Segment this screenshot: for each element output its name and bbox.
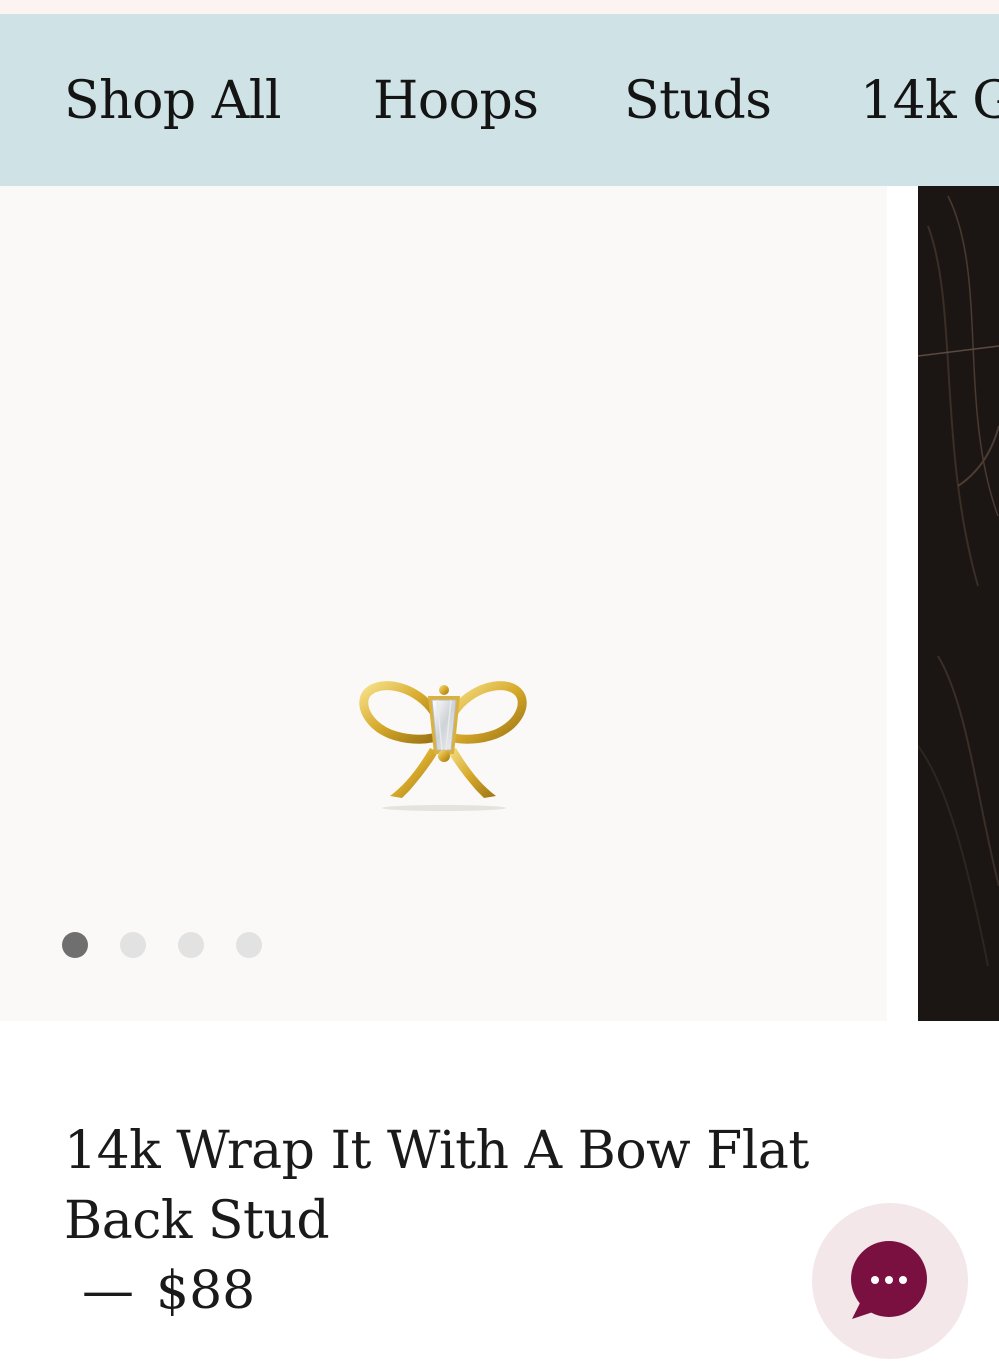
slide-dot-4[interactable] xyxy=(236,932,262,958)
product-image-gallery[interactable] xyxy=(0,186,887,1021)
next-slide-model-photo[interactable] xyxy=(918,186,999,1021)
category-nav: Shop All Hoops Studs 14k G xyxy=(0,14,999,186)
slide-dot-2[interactable] xyxy=(120,932,146,958)
bow-stud-product-image xyxy=(359,681,527,811)
nav-item-hoops[interactable]: Hoops xyxy=(373,70,539,132)
model-hair-photo xyxy=(918,186,999,1021)
chat-button[interactable] xyxy=(812,1203,968,1359)
top-strip xyxy=(0,0,999,14)
price-row: — $88 xyxy=(82,1258,255,1324)
slide-dot-1[interactable] xyxy=(62,932,88,958)
price-separator: — xyxy=(82,1261,134,1321)
chat-bubble-ellipsis-icon xyxy=(851,1241,927,1319)
nav-item-14k-gold[interactable]: 14k G xyxy=(860,70,999,132)
product-title: 14k Wrap It With A Bow Flat Back Stud xyxy=(64,1121,809,1251)
nav-item-studs[interactable]: Studs xyxy=(624,70,772,132)
nav-item-shop-all[interactable]: Shop All xyxy=(64,70,282,132)
product-price: $88 xyxy=(156,1261,256,1321)
slide-dot-3[interactable] xyxy=(178,932,204,958)
